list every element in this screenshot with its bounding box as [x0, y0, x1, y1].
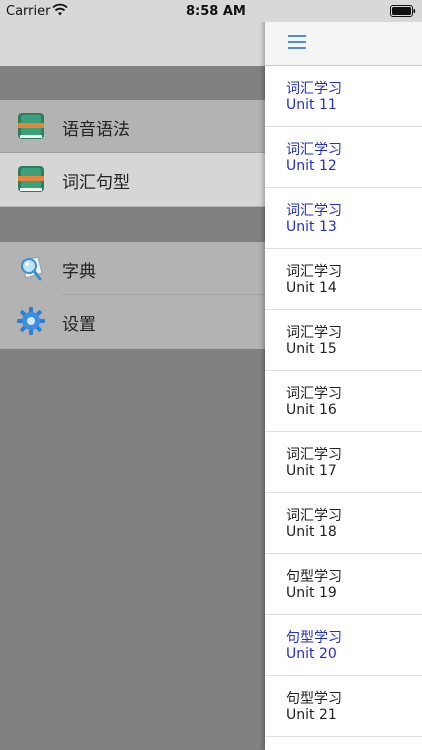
unit-number: Unit 18: [286, 524, 337, 540]
unit-number: Unit 14: [286, 280, 337, 296]
list-item[interactable]: 句型学习 Unit 20: [265, 615, 422, 676]
list-item[interactable]: 词汇学习 Unit 14: [265, 249, 422, 310]
menu-item-settings[interactable]: 设置: [0, 295, 265, 348]
list-item[interactable]: 词汇学习 Unit 11: [265, 66, 422, 127]
gear-icon: [17, 307, 45, 335]
wifi-icon: [52, 3, 68, 16]
carrier-label: Carrier: [6, 4, 51, 19]
unit-number: Unit 11: [286, 97, 337, 113]
list-item[interactable]: 词汇学习 Unit 13: [265, 188, 422, 249]
unit-number: Unit 16: [286, 402, 337, 418]
unit-title: 词汇学习: [286, 81, 342, 97]
status-bar: Carrier 8:58 AM: [0, 0, 422, 22]
unit-title: 词汇学习: [286, 447, 342, 463]
list-item[interactable]: 词汇学习 Unit 15: [265, 310, 422, 371]
clock: 8:58 AM: [186, 4, 246, 19]
list-item[interactable]: 词汇学习 Unit 18: [265, 493, 422, 554]
unit-list-panel: 词汇学习 Unit 11 词汇学习 Unit 12 词汇学习 Unit 13 词…: [265, 0, 422, 750]
list-item[interactable]: 词汇学习 Unit 12: [265, 127, 422, 188]
unit-title: 词汇学习: [286, 203, 342, 219]
menu-group-tools: 字典 设置: [0, 242, 265, 349]
menu-item-dictionary[interactable]: 字典: [0, 242, 265, 295]
navigation-bar: [265, 22, 422, 66]
book-icon: [18, 166, 44, 192]
dictionary-search-icon: [21, 256, 43, 281]
menu-header: [0, 22, 265, 66]
list-item[interactable]: 词汇学习 Unit 17: [265, 432, 422, 493]
menu-label: 字典: [62, 262, 96, 282]
unit-title: 词汇学习: [286, 325, 342, 341]
list-item[interactable]: 词汇学习 Unit 16: [265, 371, 422, 432]
menu-item-pronunciation-grammar[interactable]: 语音语法: [0, 100, 265, 153]
unit-title: 词汇学习: [286, 386, 342, 402]
menu-label: 设置: [62, 315, 96, 335]
unit-list: 词汇学习 Unit 11 词汇学习 Unit 12 词汇学习 Unit 13 词…: [265, 66, 422, 737]
unit-title: 句型学习: [286, 691, 342, 707]
unit-number: Unit 12: [286, 158, 337, 174]
unit-title: 句型学习: [286, 630, 342, 646]
unit-number: Unit 15: [286, 341, 337, 357]
hamburger-menu-icon[interactable]: [288, 35, 306, 49]
battery-icon: [390, 5, 416, 17]
unit-title: 句型学习: [286, 569, 342, 585]
book-icon: [18, 113, 44, 139]
list-item[interactable]: 句型学习 Unit 21: [265, 676, 422, 737]
unit-number: Unit 17: [286, 463, 337, 479]
list-item[interactable]: 句型学习 Unit 19: [265, 554, 422, 615]
menu-label: 语音语法: [62, 120, 130, 140]
menu-label: 词汇句型: [62, 173, 130, 193]
menu-item-vocabulary-sentences[interactable]: 词汇句型: [0, 153, 265, 206]
menu-group-lessons: 语音语法 词汇句型: [0, 100, 265, 207]
unit-number: Unit 21: [286, 707, 337, 723]
unit-title: 词汇学习: [286, 264, 342, 280]
unit-title: 词汇学习: [286, 508, 342, 524]
unit-number: Unit 20: [286, 646, 337, 662]
side-menu: 语音语法 词汇句型 字典 设置: [0, 0, 265, 750]
unit-number: Unit 19: [286, 585, 337, 601]
unit-title: 词汇学习: [286, 142, 342, 158]
unit-number: Unit 13: [286, 219, 337, 235]
